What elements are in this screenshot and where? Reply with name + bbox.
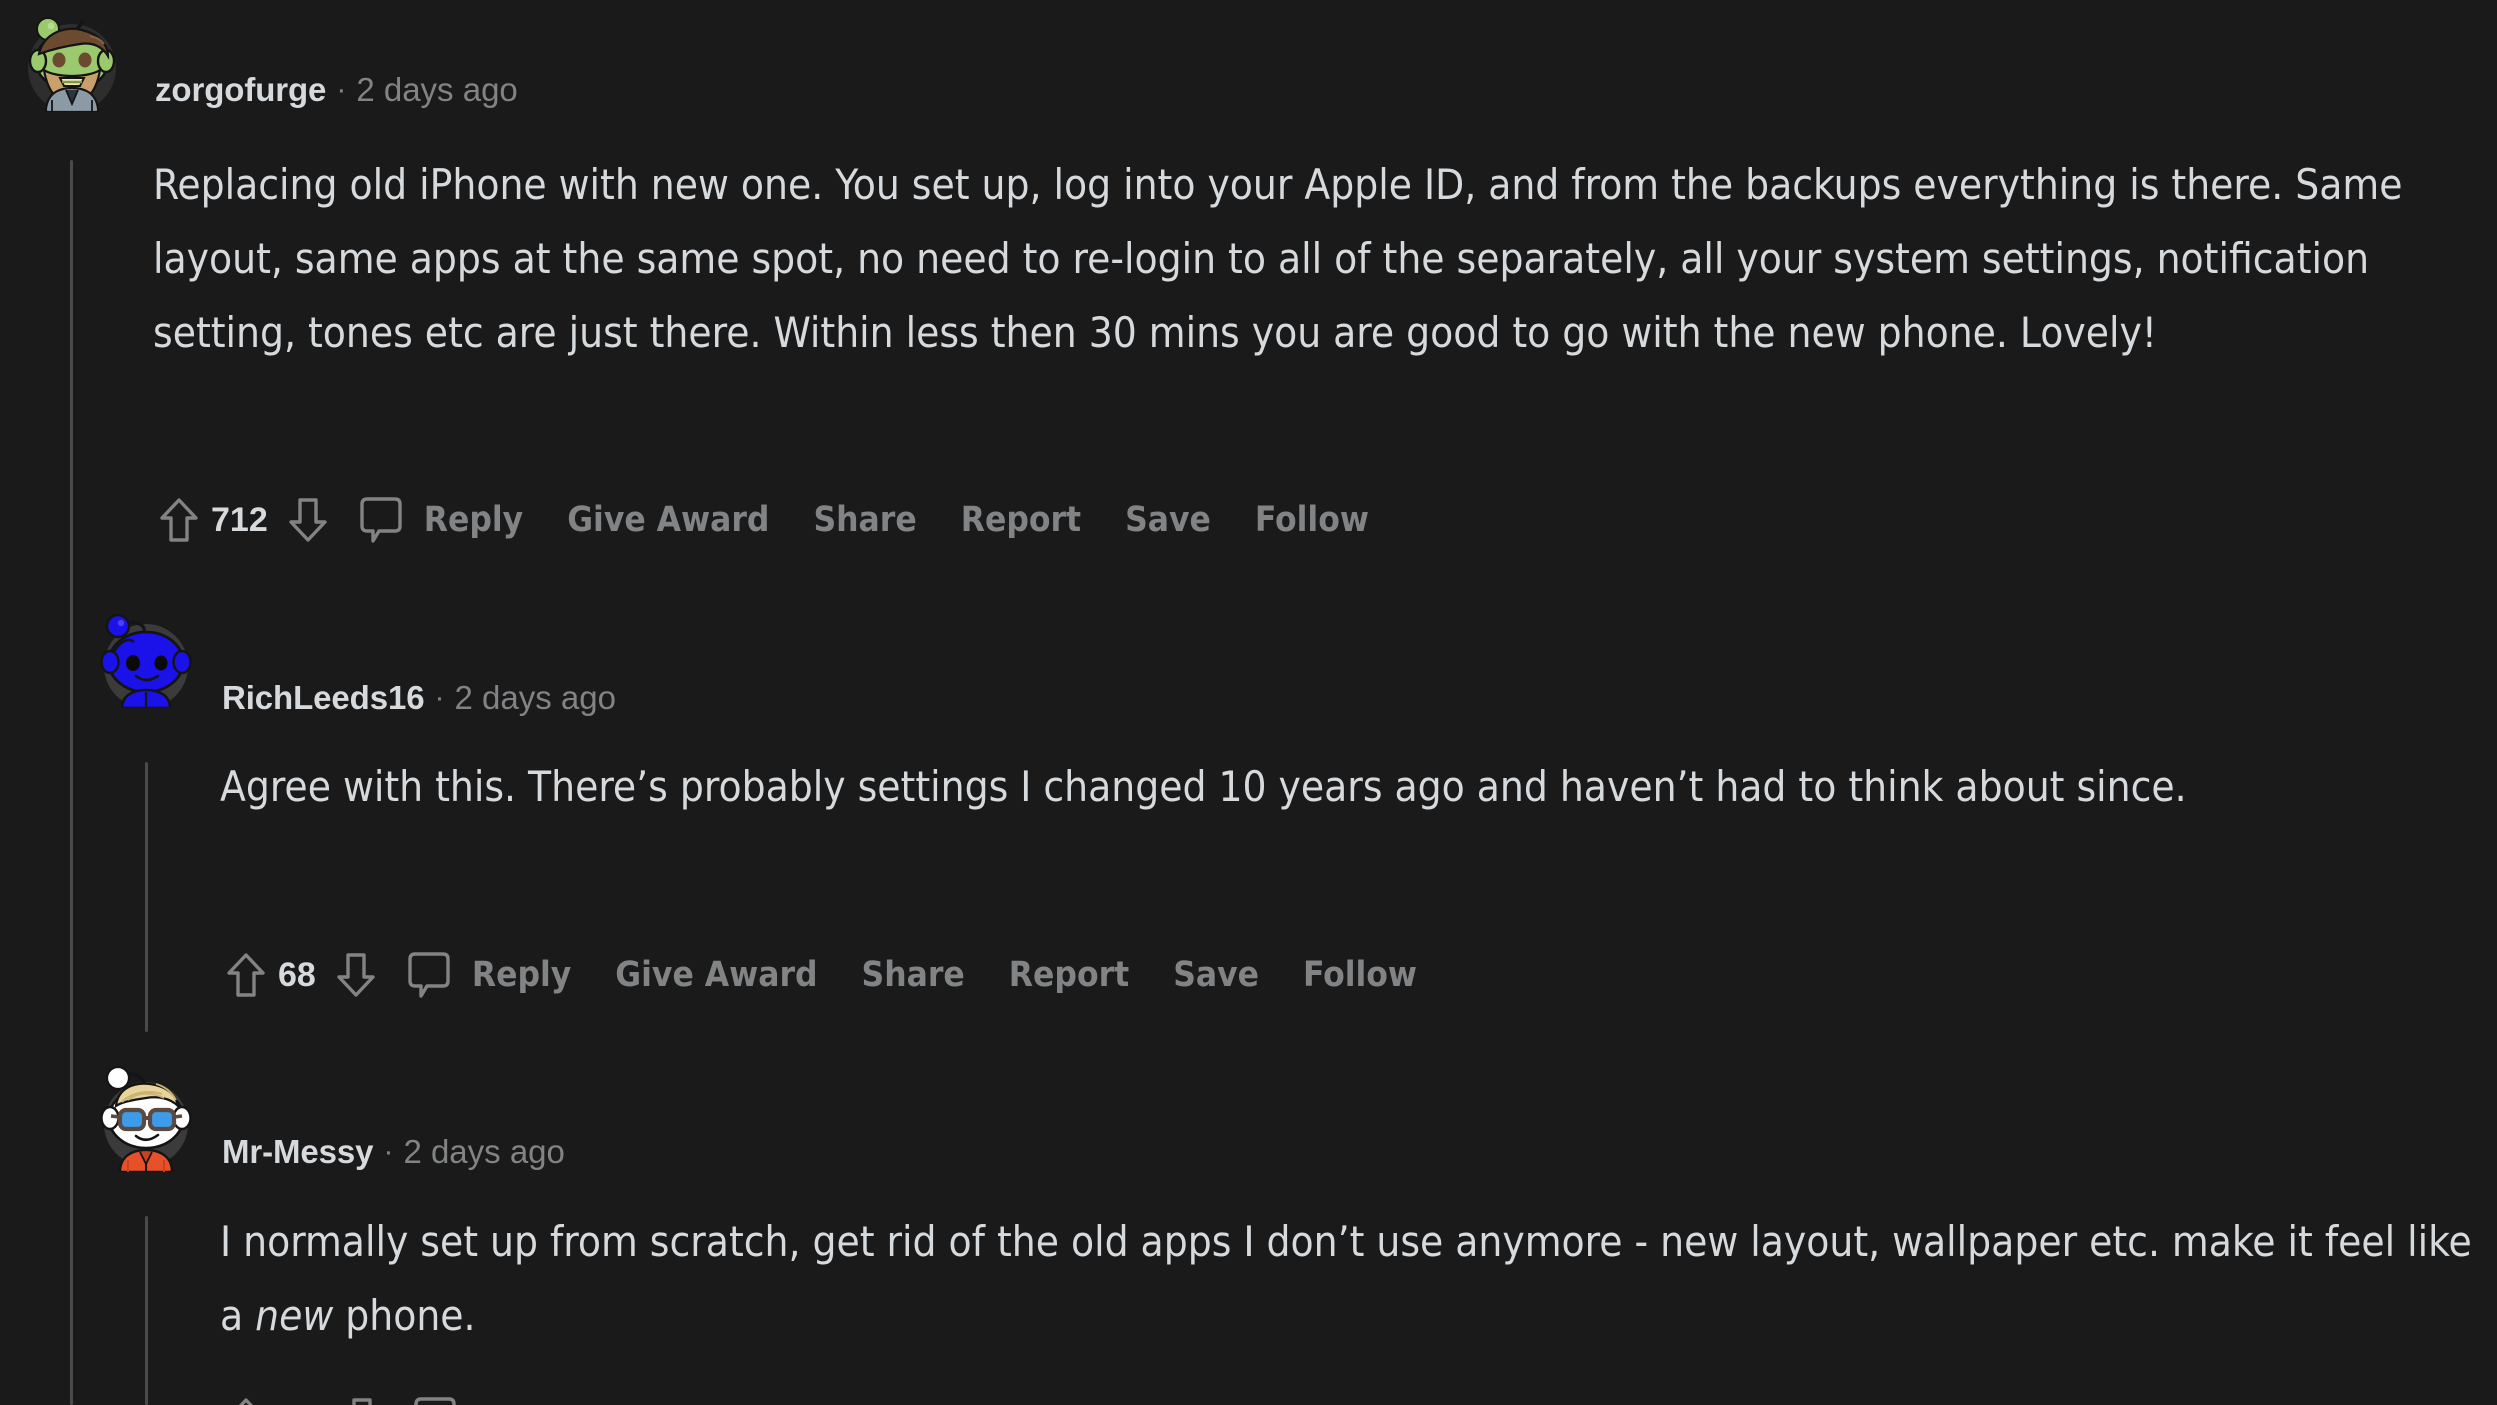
body-text-emphasis: new xyxy=(255,1291,334,1340)
comment-body-richleeds16: Agree with this. There’s probably settin… xyxy=(220,762,2187,811)
separator-dot: · xyxy=(336,73,347,106)
avatar-mr-messy-svg xyxy=(100,1065,192,1174)
comment-header-mr-messy: Mr-Messy · 2 days ago xyxy=(222,1132,565,1172)
action-bar-richleeds16: 68 Reply Give Award Share Report Save Fo… xyxy=(220,945,1417,1005)
comment-bubble-icon[interactable] xyxy=(348,496,414,544)
avatar-mr-messy[interactable] xyxy=(96,1062,196,1174)
username-link[interactable]: Mr-Messy xyxy=(222,1133,374,1171)
threadline-level-1[interactable] xyxy=(70,160,73,1405)
avatar-richleeds16[interactable] xyxy=(96,608,196,710)
save-button[interactable]: Save xyxy=(1125,500,1211,540)
username-link[interactable]: RichLeeds16 xyxy=(222,679,425,717)
avatar-zorgofurge-svg xyxy=(28,17,116,114)
follow-button[interactable]: Follow xyxy=(1303,955,1417,995)
report-button[interactable]: Report xyxy=(961,500,1081,540)
report-button[interactable]: Report xyxy=(1009,955,1129,995)
downvote-arrow-icon[interactable] xyxy=(280,497,336,543)
upvote-arrow-icon[interactable] xyxy=(220,952,272,998)
separator-dot: · xyxy=(383,1135,394,1168)
upvote-arrow-icon[interactable] xyxy=(220,1397,272,1405)
threadline-level-2-a[interactable] xyxy=(145,762,148,1032)
comment-body-mr-messy: I normally set up from scratch, get rid … xyxy=(220,1205,2480,1353)
comment-header-richleeds16: RichLeeds16 · 2 days ago xyxy=(222,678,616,718)
body-text-before: I normally set up from scratch, get rid … xyxy=(220,1217,2472,1340)
reply-button[interactable]: Reply xyxy=(472,955,571,995)
action-bar-zorgofurge: 712 Reply Give Award Share Report Save F… xyxy=(153,490,1369,550)
vote-count: 68 xyxy=(278,955,316,994)
share-button[interactable]: Share xyxy=(813,500,916,540)
comment-header-zorgofurge: zorgofurge · 2 days ago xyxy=(155,70,518,110)
downvote-arrow-icon[interactable] xyxy=(328,952,384,998)
avatar-zorgofurge[interactable] xyxy=(22,12,122,114)
give-award-button[interactable]: Give Award xyxy=(567,500,769,540)
give-award-button[interactable]: Give Award xyxy=(615,955,817,995)
body-text-after: phone. xyxy=(333,1291,476,1340)
username-link[interactable]: zorgofurge xyxy=(155,71,326,109)
timestamp[interactable]: 2 days ago xyxy=(356,71,517,109)
reply-button[interactable]: Reply xyxy=(424,500,523,540)
follow-button[interactable]: Follow xyxy=(1255,500,1369,540)
separator-dot: · xyxy=(434,681,445,714)
threadline-level-2-b[interactable] xyxy=(145,1216,148,1405)
comment-bubble-icon[interactable] xyxy=(396,951,462,999)
upvote-arrow-icon[interactable] xyxy=(153,497,205,543)
comment-body-zorgofurge: Replacing old iPhone with new one. You s… xyxy=(153,160,2403,357)
save-button[interactable]: Save xyxy=(1173,955,1259,995)
action-bar-mr-messy xyxy=(220,1390,468,1405)
avatar-richleeds16-svg xyxy=(100,613,192,710)
share-button[interactable]: Share xyxy=(862,955,965,995)
comment-bubble-icon[interactable] xyxy=(402,1396,468,1405)
downvote-arrow-icon[interactable] xyxy=(334,1397,390,1405)
timestamp[interactable]: 2 days ago xyxy=(403,1133,564,1171)
timestamp[interactable]: 2 days ago xyxy=(455,679,616,717)
reddit-comment-thread: zorgofurge · 2 days ago Replacing old iP… xyxy=(0,0,2497,1405)
vote-count: 712 xyxy=(211,500,268,539)
